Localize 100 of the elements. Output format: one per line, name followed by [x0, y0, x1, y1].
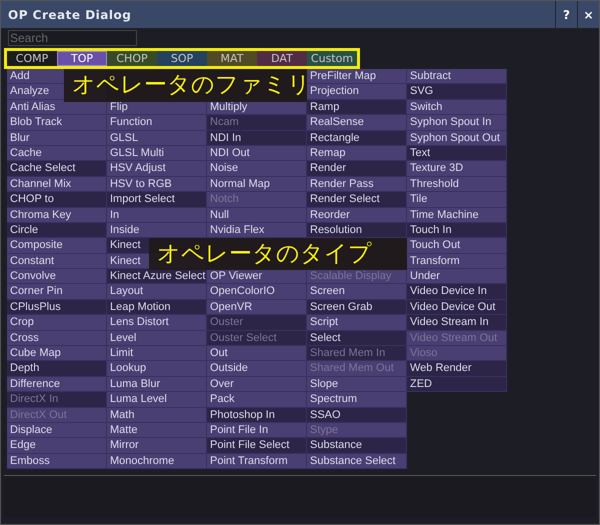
operator-item[interactable]: Constant: [7, 254, 107, 270]
operator-item[interactable]: Function: [107, 115, 207, 131]
operator-item[interactable]: SVG: [407, 84, 507, 100]
operator-item[interactable]: Outside: [207, 361, 307, 377]
operator-item[interactable]: Displace: [7, 422, 107, 438]
operator-item[interactable]: Substance: [307, 438, 407, 454]
operator-item[interactable]: Render Pass: [307, 176, 407, 192]
operator-item[interactable]: Render Select: [307, 192, 407, 208]
operator-item[interactable]: NDI Out: [207, 146, 307, 162]
operator-item[interactable]: Monochrome: [107, 454, 207, 470]
operator-item[interactable]: Threshold: [407, 176, 507, 192]
operator-item[interactable]: Resolution: [307, 222, 407, 238]
operator-item[interactable]: HSV to RGB: [107, 176, 207, 192]
operator-item[interactable]: Mirror: [107, 438, 207, 454]
operator-item[interactable]: Difference: [7, 376, 107, 392]
operator-item[interactable]: ZED: [407, 376, 507, 392]
family-tab[interactable]: COMP: [7, 51, 57, 66]
family-tab[interactable]: MAT: [207, 51, 257, 66]
operator-item[interactable]: Texture 3D: [407, 161, 507, 177]
operator-item[interactable]: Photoshop In: [207, 408, 307, 423]
operator-item[interactable]: NDI In: [207, 130, 307, 146]
operator-item[interactable]: Touch Out: [407, 238, 507, 254]
operator-item[interactable]: RealSense: [307, 115, 407, 131]
operator-item[interactable]: Layout: [107, 284, 207, 300]
operator-item[interactable]: PreFilter Map: [307, 69, 407, 84]
operator-item[interactable]: Blur: [7, 130, 107, 146]
operator-item[interactable]: Lookup: [107, 361, 207, 377]
operator-item[interactable]: Composite: [7, 238, 107, 254]
operator-item[interactable]: Substance Select: [307, 454, 407, 470]
operator-item[interactable]: Tile: [407, 192, 507, 208]
operator-item[interactable]: Cube Map: [7, 346, 107, 362]
operator-item[interactable]: Cross: [7, 330, 107, 346]
operator-item[interactable]: Syphon Spout Out: [407, 130, 507, 146]
operator-item[interactable]: Render: [307, 161, 407, 177]
operator-item[interactable]: Import Select: [107, 192, 207, 208]
operator-item[interactable]: Channel Mix: [7, 176, 107, 192]
operator-item[interactable]: GLSL Multi: [107, 146, 207, 162]
operator-item[interactable]: Syphon Spout In: [407, 115, 507, 131]
operator-item[interactable]: Null: [207, 208, 307, 223]
operator-item[interactable]: Edge: [7, 438, 107, 454]
operator-item[interactable]: Select: [307, 330, 407, 346]
operator-item[interactable]: Point File Select: [207, 438, 307, 454]
operator-item[interactable]: Level: [107, 330, 207, 346]
operator-item[interactable]: Touch In: [407, 222, 507, 238]
operator-item[interactable]: Video Stream In: [407, 315, 507, 331]
operator-item[interactable]: Time Machine: [407, 208, 507, 223]
operator-item[interactable]: Chroma Key: [7, 208, 107, 223]
operator-item[interactable]: Reorder: [307, 208, 407, 223]
operator-item[interactable]: Circle: [7, 222, 107, 238]
operator-item[interactable]: Text: [407, 146, 507, 162]
operator-item[interactable]: Pack: [207, 392, 307, 408]
operator-item[interactable]: Out: [207, 346, 307, 362]
operator-item[interactable]: Over: [207, 376, 307, 392]
operator-item[interactable]: Normal Map: [207, 176, 307, 192]
operator-item[interactable]: Limit: [107, 346, 207, 362]
operator-item[interactable]: Rectangle: [307, 130, 407, 146]
operator-item[interactable]: Web Render: [407, 361, 507, 377]
operator-item[interactable]: Matte: [107, 422, 207, 438]
operator-item[interactable]: CPlusPlus: [7, 300, 107, 316]
operator-item[interactable]: Screen Grab: [307, 300, 407, 316]
family-tab[interactable]: DAT: [257, 51, 307, 66]
operator-item[interactable]: Math: [107, 408, 207, 423]
operator-item[interactable]: Script: [307, 315, 407, 331]
family-tab[interactable]: CHOP: [107, 51, 157, 66]
operator-item[interactable]: Under: [407, 269, 507, 284]
operator-item[interactable]: CHOP to: [7, 192, 107, 208]
operator-item[interactable]: Subtract: [407, 69, 507, 84]
operator-item[interactable]: SSAO: [307, 408, 407, 423]
operator-item[interactable]: OP Viewer: [207, 269, 307, 284]
operator-item[interactable]: Screen: [307, 284, 407, 300]
operator-item[interactable]: Kinect Azure Select: [107, 269, 207, 284]
operator-item[interactable]: Spectrum: [307, 392, 407, 408]
operator-item[interactable]: Blob Track: [7, 115, 107, 131]
search-field[interactable]: Search: [8, 30, 137, 46]
operator-item[interactable]: Emboss: [7, 454, 107, 470]
operator-item[interactable]: Ramp: [307, 100, 407, 116]
operator-item[interactable]: Transform: [407, 254, 507, 270]
operator-item[interactable]: Convolve: [7, 269, 107, 284]
operator-item[interactable]: Projection: [307, 84, 407, 100]
operator-item[interactable]: Cache Select: [7, 161, 107, 177]
operator-item[interactable]: OpenColorIO: [207, 284, 307, 300]
operator-item[interactable]: GLSL: [107, 130, 207, 146]
operator-item[interactable]: Nvidia Flex: [207, 222, 307, 238]
operator-item[interactable]: Switch: [407, 100, 507, 116]
family-tab[interactable]: TOP: [57, 51, 107, 66]
operator-item[interactable]: Remap: [307, 146, 407, 162]
operator-item[interactable]: Corner Pin: [7, 284, 107, 300]
operator-item[interactable]: Luma Level: [107, 392, 207, 408]
operator-item[interactable]: Video Device Out: [407, 300, 507, 316]
operator-item[interactable]: Video Device In: [407, 284, 507, 300]
family-tab[interactable]: SOP: [157, 51, 207, 66]
family-tab[interactable]: Custom: [307, 51, 357, 66]
operator-item[interactable]: Inside: [107, 222, 207, 238]
operator-item[interactable]: Leap Motion: [107, 300, 207, 316]
operator-item[interactable]: Depth: [7, 361, 107, 377]
operator-item[interactable]: Lens Distort: [107, 315, 207, 331]
operator-item[interactable]: Point File In: [207, 422, 307, 438]
operator-item[interactable]: Point Transform: [207, 454, 307, 470]
operator-item[interactable]: OpenVR: [207, 300, 307, 316]
operator-item[interactable]: In: [107, 208, 207, 223]
